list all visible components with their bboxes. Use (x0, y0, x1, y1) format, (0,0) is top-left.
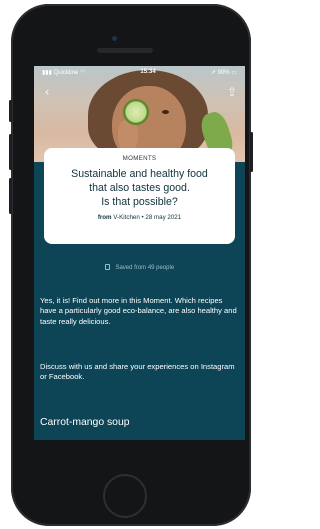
cucumber-slice (123, 99, 149, 125)
carrier-label: ▮▮▮ Quickline ◠ (42, 69, 86, 76)
moment-card: MOMENTS Sustainable and healthy food tha… (44, 148, 235, 244)
status-bar: ▮▮▮ Quickline ◠ 15:34 ➚ 90% ▭ (34, 66, 245, 78)
front-camera (112, 36, 117, 41)
battery-icon: ▭ (231, 69, 237, 76)
battery-percent: 90% (217, 69, 230, 76)
hero-eye (162, 110, 169, 114)
recipe-title[interactable]: Carrot-mango soup (40, 417, 130, 428)
moment-headline: Sustainable and healthy food that also t… (71, 168, 208, 208)
status-time: 15:34 (140, 69, 156, 75)
power-button (250, 132, 253, 172)
battery-area: ➚ 90% ▭ (211, 69, 237, 76)
wifi-icon: ◠ (79, 69, 86, 76)
moment-byline: from V-Kitchen • 28 may 2021 (97, 214, 182, 221)
location-icon: ➚ (210, 69, 216, 76)
mute-switch (9, 100, 12, 122)
intro-paragraph-1: Yes, it is! Find out more in this Moment… (40, 296, 237, 326)
bookmark-icon (104, 264, 110, 270)
moment-category: MOMENTS (122, 155, 157, 162)
earpiece-speaker (97, 48, 153, 53)
back-arrow-icon[interactable]: ‹ (40, 85, 54, 99)
intro-paragraph-2: Discuss with us and share your experienc… (40, 362, 235, 382)
home-button[interactable] (103, 474, 147, 518)
share-icon[interactable]: ⇪ (225, 85, 239, 99)
volume-up-button (9, 134, 12, 170)
signal-icon: ▮▮▮ (42, 69, 52, 76)
app-screen: ▮▮▮ Quickline ◠ 15:34 ➚ 90% ▭ ‹ ⇪ MOMENT… (34, 66, 245, 440)
saved-count: Saved from 49 people (34, 264, 245, 271)
volume-down-button (9, 178, 12, 214)
